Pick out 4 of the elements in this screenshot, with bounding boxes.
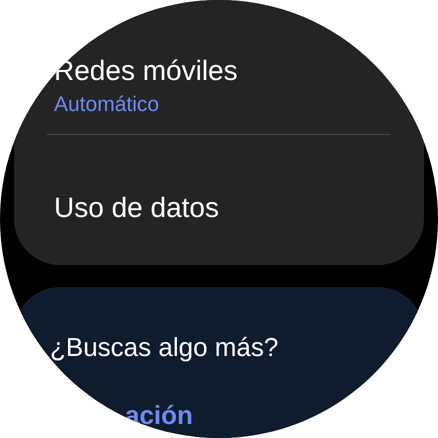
section-title: ¿Buscas algo más? xyxy=(49,331,278,363)
item-status: Automático xyxy=(54,92,160,118)
settings-item[interactable]: Uso de datos xyxy=(47,191,390,225)
item-title: Uso de datos xyxy=(54,191,219,225)
